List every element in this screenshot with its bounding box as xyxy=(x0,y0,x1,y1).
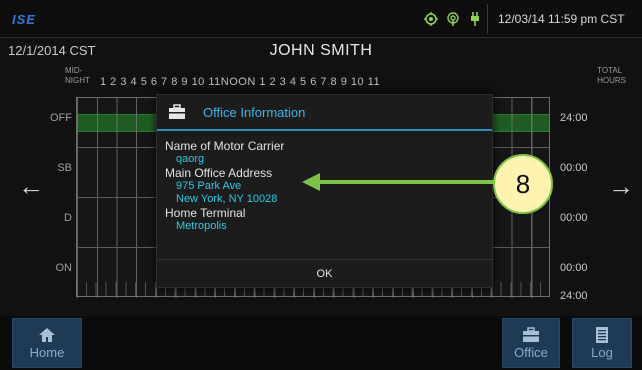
midnight-label: MID- NIGHT xyxy=(65,66,90,85)
log-button[interactable]: Log xyxy=(572,318,632,368)
row-total-off: 24:00 xyxy=(560,112,588,124)
office-button[interactable]: Office xyxy=(502,318,560,368)
log-document-icon xyxy=(596,327,608,343)
hours-axis: MID- NIGHT 1 2 3 4 5 6 7 8 9 10 11NOON 1 … xyxy=(60,65,630,95)
dialog-title: Office Information xyxy=(203,105,306,120)
current-datetime: 12/03/14 11:59 pm CST xyxy=(498,12,625,26)
home-button[interactable]: Home xyxy=(12,318,82,368)
carrier-label: Name of Motor Carrier xyxy=(165,139,285,153)
ok-button[interactable]: OK xyxy=(157,260,492,287)
status-bar: ISE 12/03/14 11:59 pm CST xyxy=(0,0,642,38)
gps-icon xyxy=(424,12,438,26)
dialog-footer: OK xyxy=(157,259,492,287)
terminal-value: Metropolis xyxy=(176,220,227,232)
row-label-off: OFF xyxy=(50,112,72,124)
briefcase-icon xyxy=(523,327,539,342)
terminal-label: Home Terminal xyxy=(165,206,246,220)
power-plug-icon xyxy=(471,12,479,26)
home-label: Home xyxy=(29,345,65,360)
status-divider xyxy=(487,4,488,34)
row-label-d: D xyxy=(64,212,72,224)
dialog-header: Office Information xyxy=(157,95,492,131)
app-logo: ISE xyxy=(12,12,36,27)
signal-icon xyxy=(447,12,459,26)
office-label: Office xyxy=(514,345,548,360)
row-total-on: 00:00 xyxy=(560,262,588,274)
next-day-arrow-icon[interactable]: → xyxy=(608,173,634,199)
annotation-number: 8 xyxy=(515,169,531,199)
row-total-sb: 00:00 xyxy=(560,162,588,174)
hour-labels: 1 2 3 4 5 6 7 8 9 10 11NOON 1 2 3 4 5 6 … xyxy=(100,76,381,88)
row-label-on: ON xyxy=(55,262,73,274)
home-icon xyxy=(39,328,55,342)
log-label: Log xyxy=(591,345,613,360)
row-label-sb: SB xyxy=(57,162,72,174)
grand-total: 24:00 xyxy=(560,290,588,302)
status-icons xyxy=(424,10,482,28)
briefcase-icon xyxy=(169,104,185,119)
annotation-callout: 8 xyxy=(493,154,553,214)
previous-day-arrow-icon[interactable]: ← xyxy=(18,173,44,199)
driver-name: JOHN SMITH xyxy=(269,42,373,59)
row-total-d: 00:00 xyxy=(560,212,588,224)
total-hours-label: TOTAL HOURS xyxy=(597,66,626,85)
annotation-arrow xyxy=(302,173,496,191)
carrier-value: qaorg xyxy=(176,153,205,165)
